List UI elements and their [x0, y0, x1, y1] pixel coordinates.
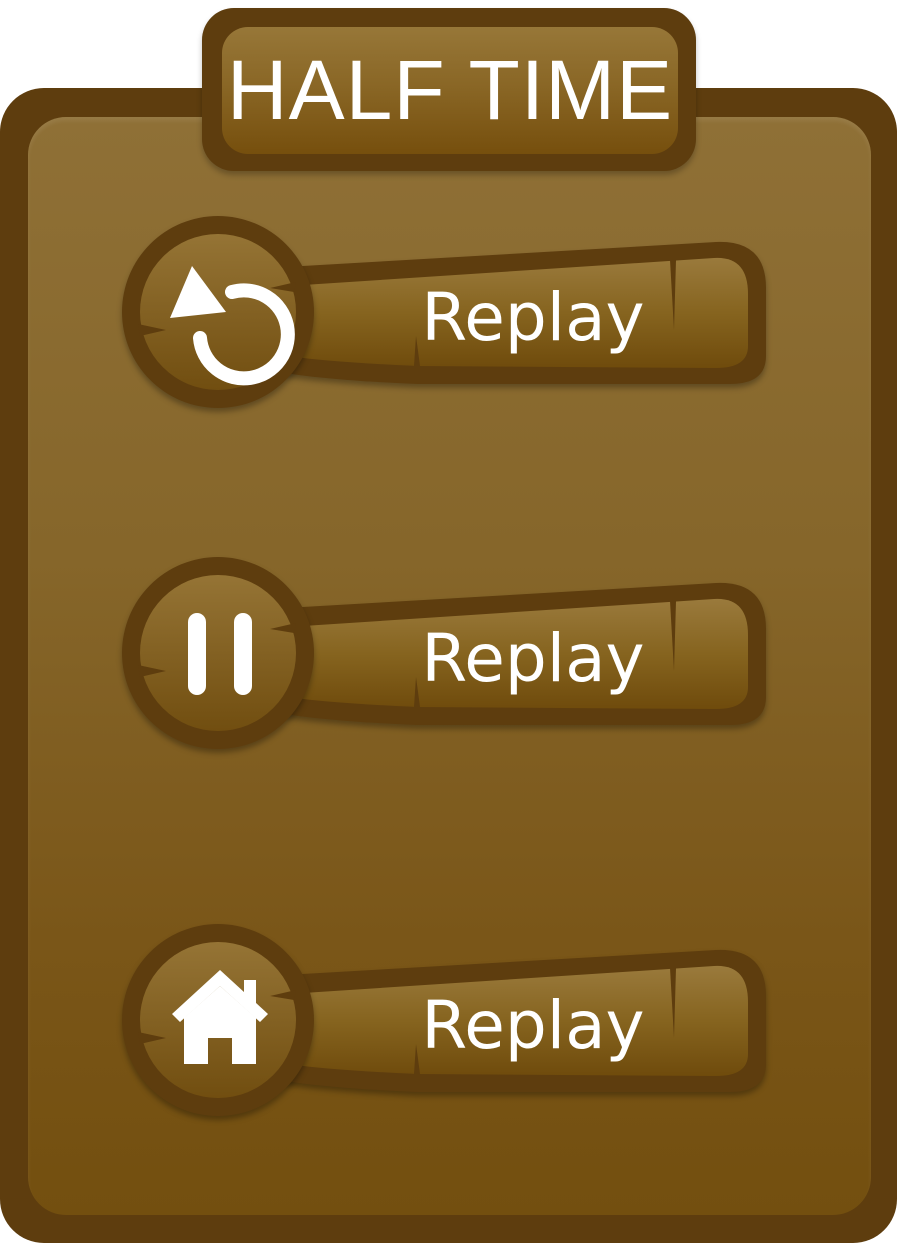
half-time-dialog: HALF TIME Replay Replay Replay [0, 0, 897, 1243]
home-label: Replay [421, 987, 645, 1064]
replay-label: Replay [421, 279, 645, 356]
replay-button[interactable]: Replay [118, 216, 778, 416]
dialog-title: HALF TIME [226, 43, 674, 137]
pause-icon [140, 573, 300, 733]
replay-icon [140, 232, 300, 392]
home-button[interactable]: Replay [118, 924, 778, 1124]
pause-button[interactable]: Replay [118, 557, 778, 757]
home-icon [140, 940, 300, 1100]
pause-label: Replay [421, 620, 645, 697]
